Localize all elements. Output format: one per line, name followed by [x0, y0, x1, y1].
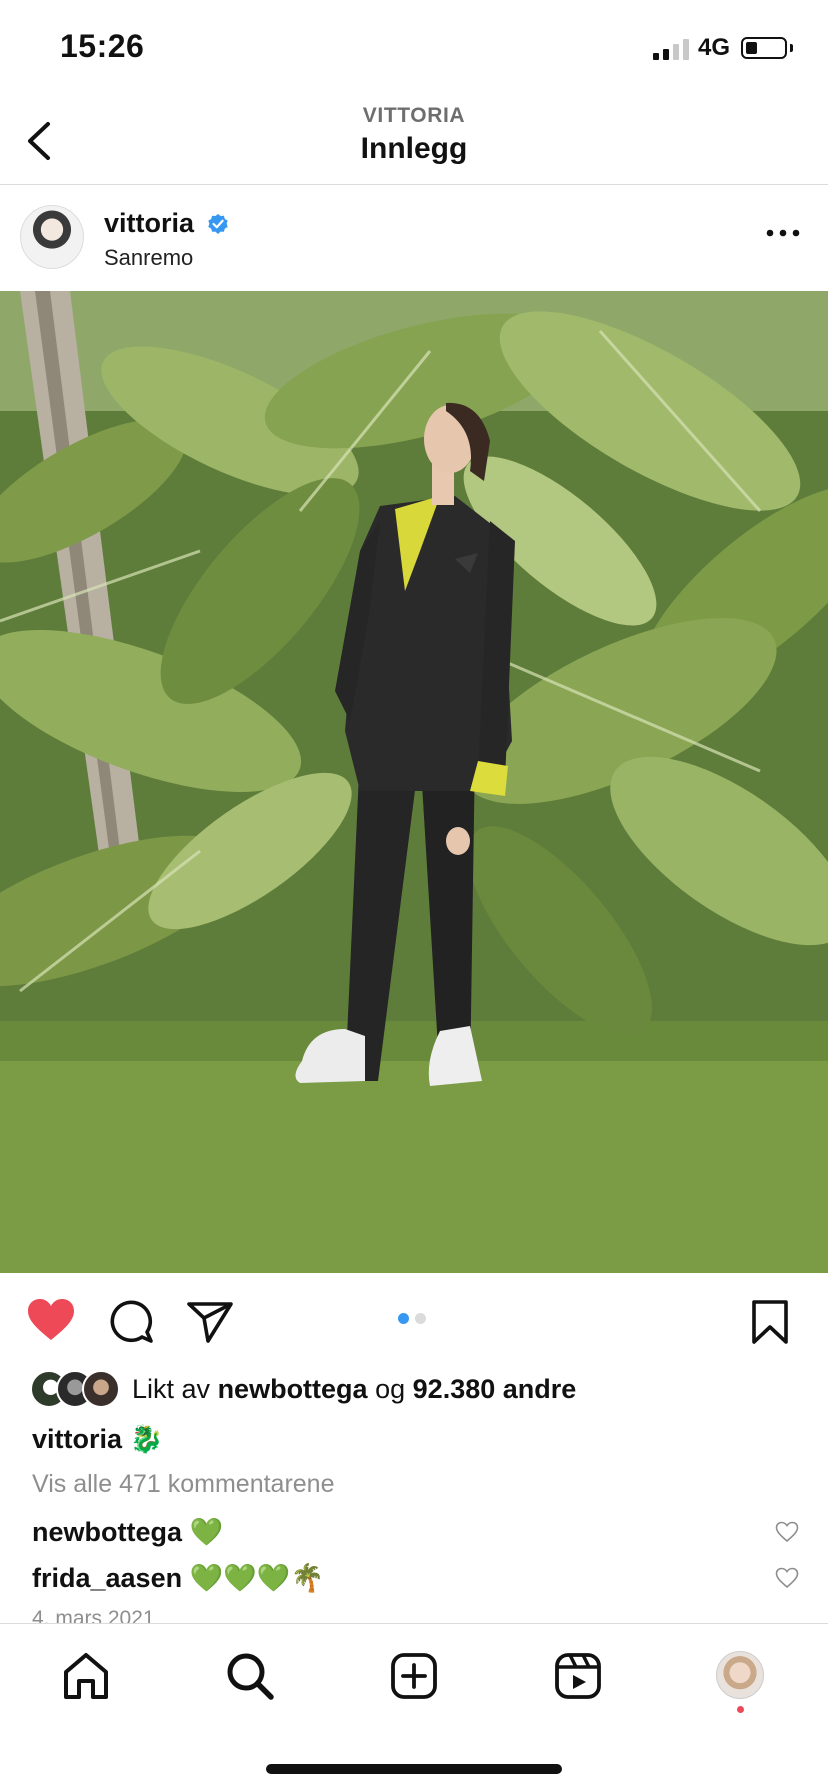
search-icon[interactable] [224, 1650, 276, 1702]
likes-summary[interactable]: Likt av newbottega og 92.380 andre [132, 1374, 576, 1405]
battery-tip [790, 44, 793, 52]
comment-icon[interactable] [108, 1298, 154, 1344]
carousel-dot-active [398, 1313, 409, 1324]
comment-text: 💚 [189, 1517, 224, 1547]
profile-tab-avatar[interactable] [716, 1651, 764, 1699]
comment-username[interactable]: newbottega [32, 1517, 182, 1547]
bookmark-icon[interactable] [750, 1299, 790, 1345]
post-photo[interactable] [0, 291, 828, 1273]
heart-filled-icon[interactable] [26, 1297, 76, 1343]
new-post-icon[interactable] [388, 1650, 440, 1702]
home-icon[interactable] [60, 1650, 112, 1702]
caption-username[interactable]: vittoria [32, 1424, 122, 1454]
header-owner: VITTORIA [362, 104, 466, 127]
liker-avatar [82, 1370, 120, 1408]
comment-item: newbottega 💚 [32, 1516, 223, 1548]
page-title: Innlegg [360, 132, 468, 165]
author-avatar[interactable] [20, 205, 84, 269]
verified-badge-icon [208, 214, 228, 234]
liked-by-user[interactable]: newbottega [218, 1374, 368, 1404]
caption-text: 🐉 [129, 1424, 164, 1454]
carousel-indicator [398, 1313, 426, 1324]
post-username[interactable]: vittoria [104, 208, 194, 239]
comment-like-heart-icon[interactable] [775, 1567, 799, 1589]
comment-item: frida_aasen 💚💚💚🌴 [32, 1562, 324, 1594]
view-all-comments-link[interactable]: Vis alle 471 kommentarene [32, 1470, 335, 1499]
carousel-dot [415, 1313, 426, 1324]
network-type: 4G [698, 34, 731, 61]
comment-text: 💚💚💚🌴 [189, 1563, 325, 1593]
comment-like-heart-icon[interactable] [775, 1521, 799, 1543]
post-location[interactable]: Sanremo [104, 245, 193, 271]
header-divider [0, 184, 828, 185]
post-caption: vittoria 🐉 [32, 1423, 163, 1455]
reels-icon[interactable] [552, 1650, 604, 1702]
likes-prefix: Likt av [132, 1374, 211, 1404]
likes-others[interactable]: 92.380 andre [413, 1374, 577, 1404]
battery-icon [741, 37, 787, 59]
comment-username[interactable]: frida_aasen [32, 1563, 182, 1593]
status-time: 15:26 [60, 28, 145, 64]
profile-notification-dot [737, 1706, 744, 1713]
more-options-icon[interactable] [764, 225, 804, 241]
likes-conjunction: og [375, 1374, 406, 1404]
liked-by-avatars[interactable] [30, 1370, 122, 1408]
home-indicator[interactable] [266, 1764, 562, 1774]
share-icon[interactable] [186, 1300, 234, 1344]
signal-strength-icon [653, 38, 689, 60]
